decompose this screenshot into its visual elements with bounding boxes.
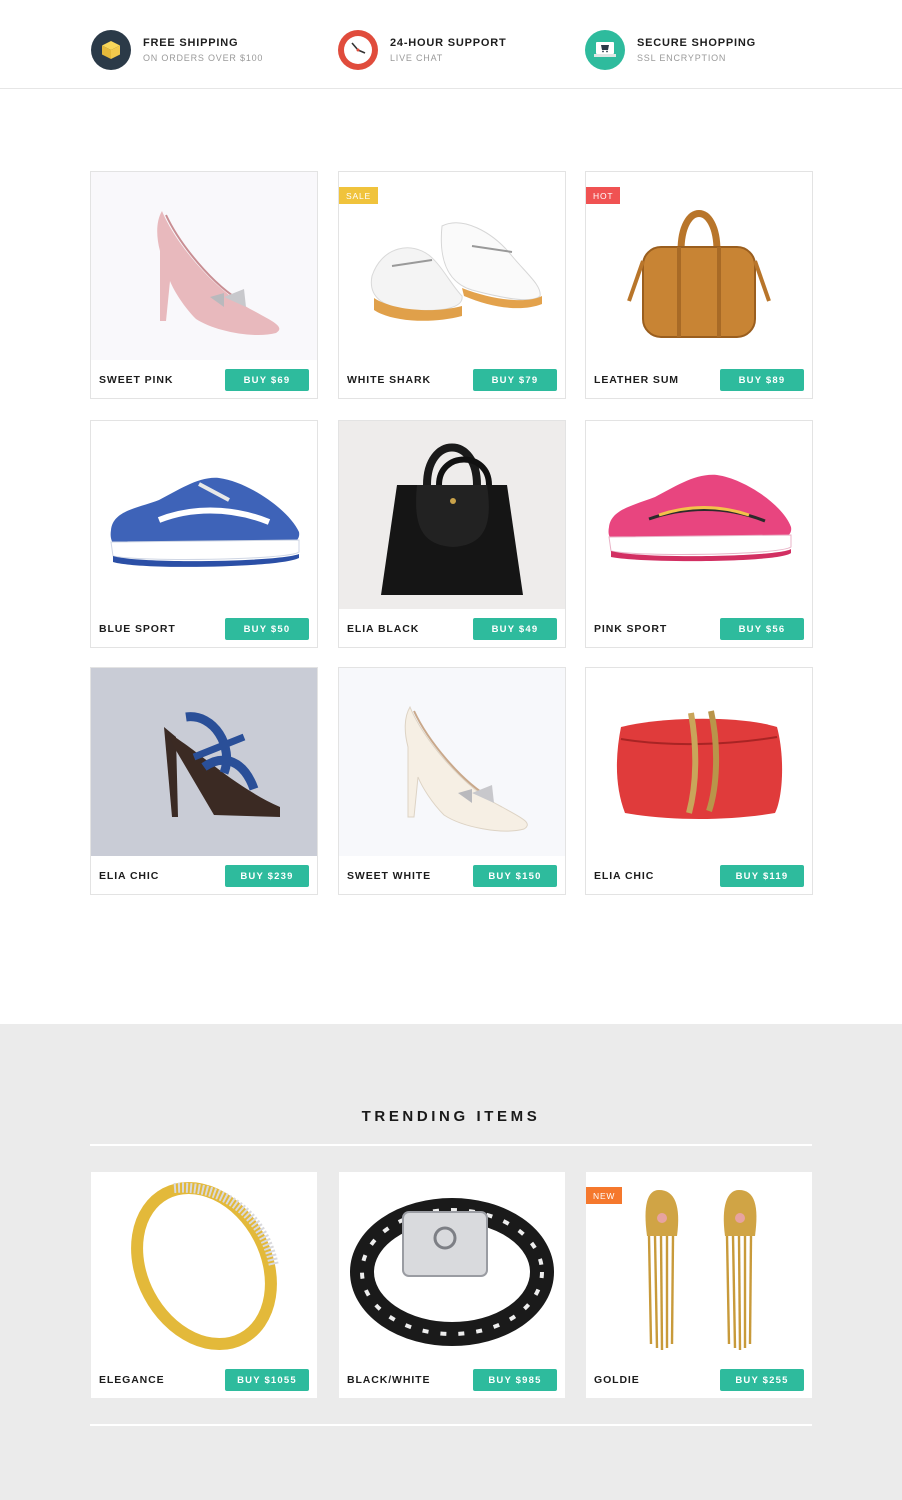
- buy-button[interactable]: BUY $1055: [225, 1369, 309, 1391]
- buy-button[interactable]: BUY $49: [473, 618, 557, 640]
- feature-title: 24-HOUR SUPPORT: [390, 37, 507, 49]
- buy-button[interactable]: BUY $150: [473, 865, 557, 887]
- buy-button[interactable]: BUY $69: [225, 369, 309, 391]
- bead-bracelet-image: [339, 1172, 565, 1360]
- product-card[interactable]: ELIA CHIC BUY $119: [585, 667, 813, 895]
- product-name: BLACK/WHITE: [347, 1374, 431, 1386]
- box-icon: [91, 30, 131, 70]
- feature-subtitle: SSL ENCRYPTION: [637, 53, 727, 63]
- trending-card[interactable]: BLACK/WHITE BUY $985: [338, 1171, 566, 1399]
- feature-bar: FREE SHIPPING ON ORDERS OVER $100 24-HOU…: [0, 0, 902, 89]
- buy-button[interactable]: BUY $89: [720, 369, 804, 391]
- product-name: LEATHER SUM: [594, 374, 679, 386]
- white-pump-image: [339, 668, 565, 856]
- cart-icon: [585, 30, 625, 70]
- gold-bangle-image: [91, 1172, 317, 1360]
- feature-title: FREE SHIPPING: [143, 37, 239, 49]
- product-name: SWEET WHITE: [347, 870, 431, 882]
- divider: [90, 1144, 812, 1146]
- divider: [90, 1424, 812, 1426]
- black-handbag-image: [339, 421, 565, 609]
- product-card[interactable]: SALE WHITE SHARK BUY $79: [338, 171, 566, 399]
- red-clutch-image: [586, 668, 812, 856]
- trending-card[interactable]: ELEGANCE BUY $1055: [90, 1171, 318, 1399]
- product-card[interactable]: SWEET WHITE BUY $150: [338, 667, 566, 895]
- trending-section: TRENDING ITEMS ELEGANCE BUY $1055 BLACK/…: [0, 1024, 902, 1500]
- product-name: BLUE SPORT: [99, 623, 176, 635]
- pink-pump-image: [91, 172, 317, 360]
- buy-button[interactable]: BUY $239: [225, 865, 309, 887]
- feature-subtitle: LIVE CHAT: [390, 53, 444, 63]
- feature-title: SECURE SHOPPING: [637, 37, 756, 49]
- buy-button[interactable]: BUY $119: [720, 865, 804, 887]
- product-name: ELEGANCE: [99, 1374, 165, 1386]
- new-badge: NEW: [586, 1187, 623, 1204]
- pink-sneaker-image: [586, 421, 812, 609]
- product-name: ELIA CHIC: [99, 870, 160, 882]
- feature-secure: SECURE SHOPPING SSL ENCRYPTION: [585, 30, 756, 70]
- feature-support: 24-HOUR SUPPORT LIVE CHAT: [338, 30, 507, 70]
- hot-badge: HOT: [586, 187, 621, 204]
- feature-subtitle: ON ORDERS OVER $100: [143, 53, 264, 63]
- product-card[interactable]: BLUE SPORT BUY $50: [90, 420, 318, 648]
- trending-card[interactable]: NEW GOLDIE BUY $255: [585, 1171, 813, 1399]
- clock-icon: [338, 30, 378, 70]
- buy-button[interactable]: BUY $255: [720, 1369, 804, 1391]
- blue-sneaker-image: [91, 421, 317, 609]
- buy-button[interactable]: BUY $79: [473, 369, 557, 391]
- product-name: PINK SPORT: [594, 623, 668, 635]
- product-name: GOLDIE: [594, 1374, 640, 1386]
- buy-button[interactable]: BUY $50: [225, 618, 309, 640]
- blue-heel-image: [91, 668, 317, 856]
- buy-button[interactable]: BUY $56: [720, 618, 804, 640]
- product-card[interactable]: ELIA BLACK BUY $49: [338, 420, 566, 648]
- feature-free-shipping: FREE SHIPPING ON ORDERS OVER $100: [91, 30, 263, 70]
- buy-button[interactable]: BUY $985: [473, 1369, 557, 1391]
- product-name: WHITE SHARK: [347, 374, 431, 386]
- product-card[interactable]: HOT LEATHER SUM BUY $89: [585, 171, 813, 399]
- product-card[interactable]: PINK SPORT BUY $56: [585, 420, 813, 648]
- product-card[interactable]: ELIA CHIC BUY $239: [90, 667, 318, 895]
- sale-badge: SALE: [339, 187, 378, 204]
- section-title: TRENDING ITEMS: [361, 1108, 541, 1125]
- product-name: SWEET PINK: [99, 374, 174, 386]
- product-card[interactable]: SWEET PINK BUY $69: [90, 171, 318, 399]
- product-name: ELIA BLACK: [347, 623, 420, 635]
- product-name: ELIA CHIC: [594, 870, 655, 882]
